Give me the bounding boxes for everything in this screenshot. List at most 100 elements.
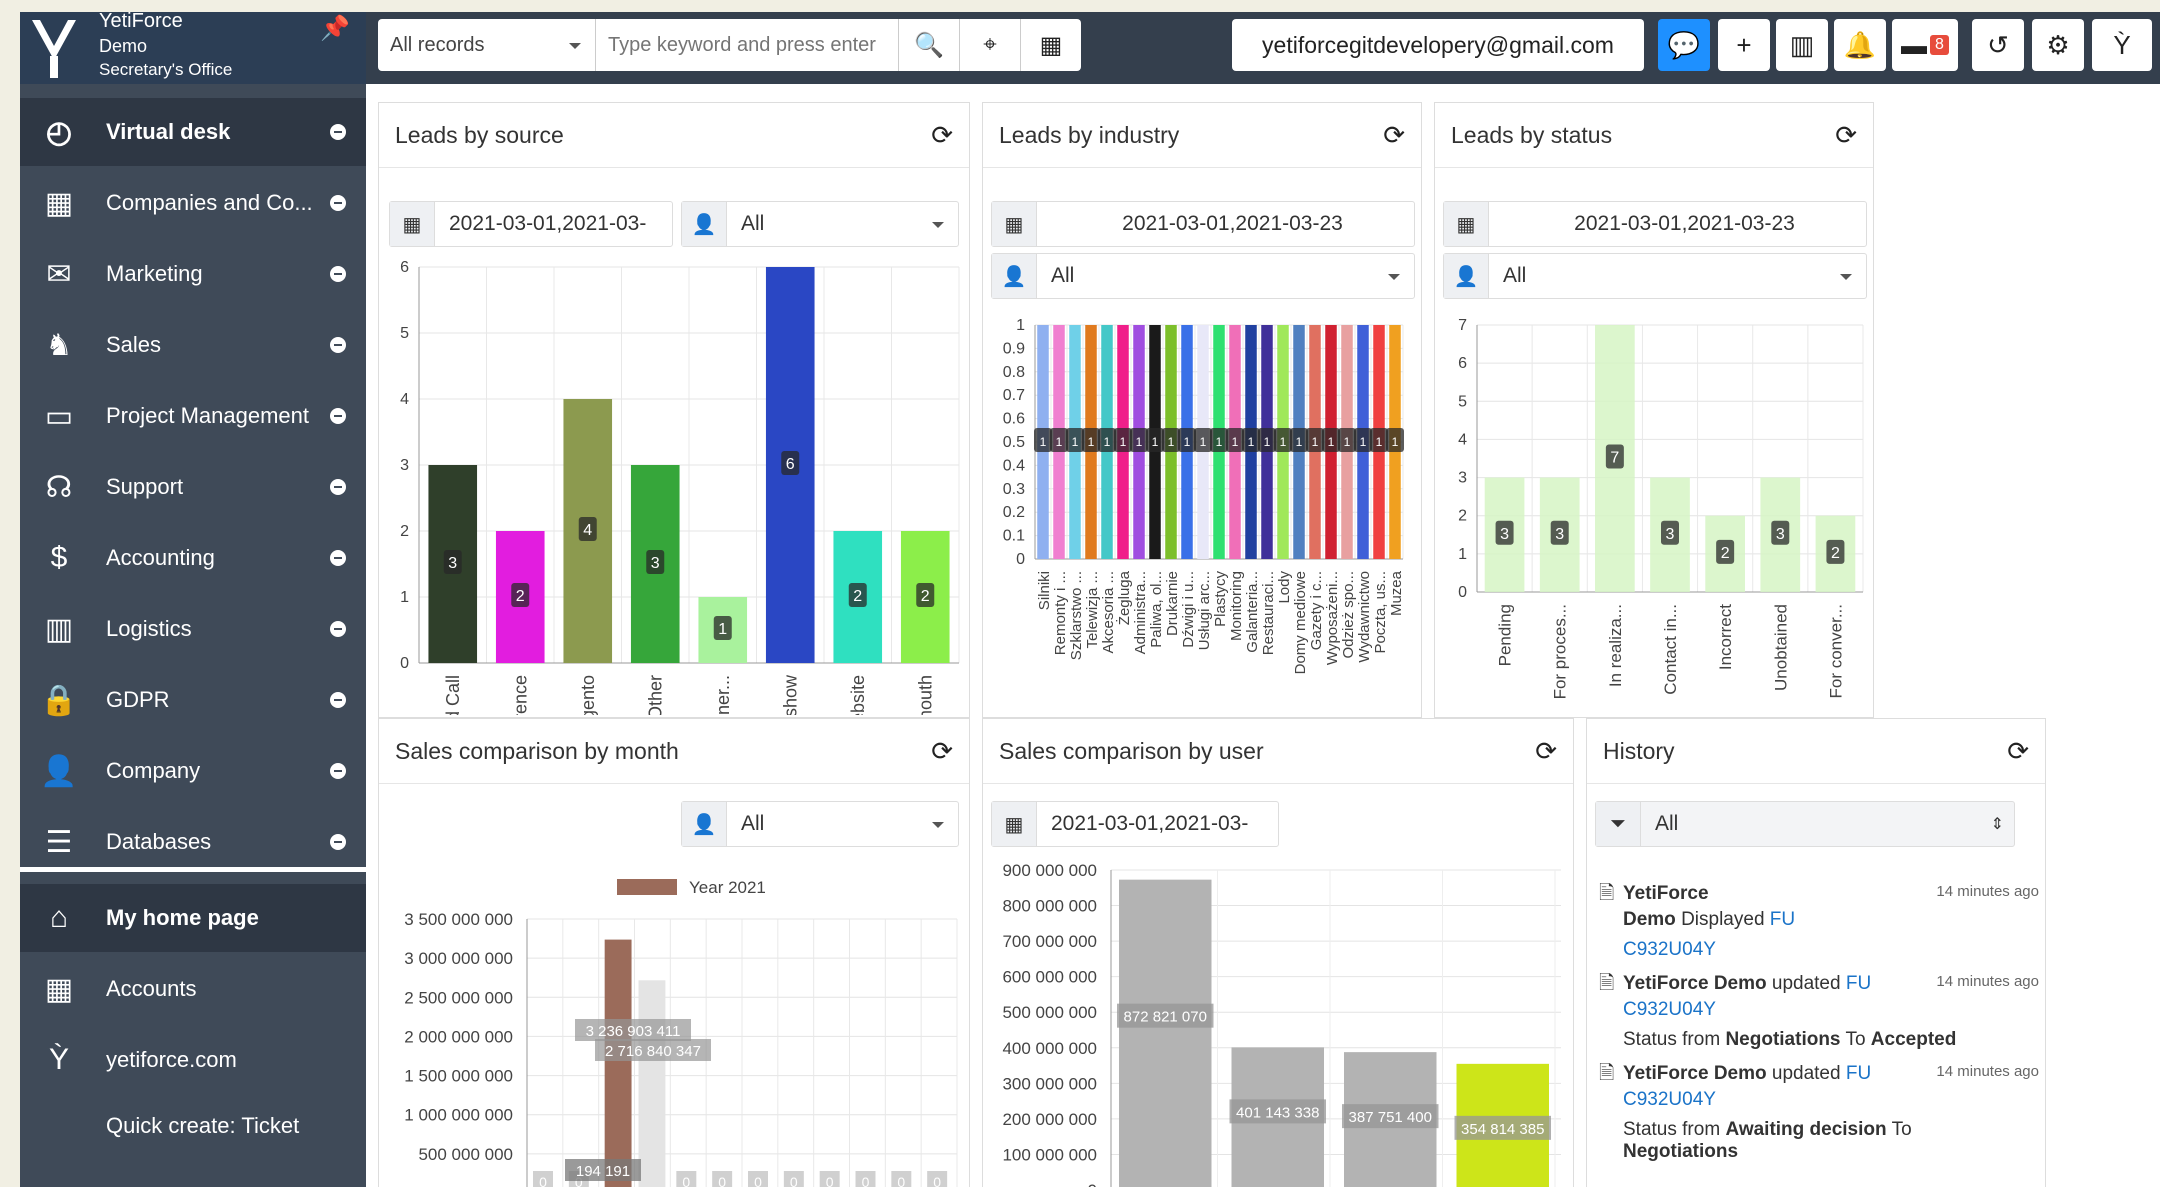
history-entry: 🗎 YetiForce xyxy=(1599,879,1709,911)
record-link[interactable]: FU xyxy=(1846,973,1871,994)
refresh-icon[interactable]: ⟳ xyxy=(931,120,953,151)
sidebar-item[interactable]: ☊ Support xyxy=(20,453,366,521)
y-tick-label: 0.1 xyxy=(1003,528,1025,545)
search-layout-button[interactable]: ▦ xyxy=(1020,19,1081,71)
date-range-filter[interactable]: ▦ 2021-03-01,2021-03-23 xyxy=(1443,201,1867,247)
data-label: 1 xyxy=(1072,435,1079,449)
briefcase-icon: ▭ xyxy=(44,399,74,433)
sidebar-bottom-item[interactable]: ⌂ My home page xyxy=(20,884,366,952)
data-label: 1 xyxy=(1296,435,1303,449)
sidebar-item[interactable]: ♞ Sales xyxy=(20,311,366,379)
calendar-icon: ▦ xyxy=(992,202,1037,246)
expand-icon xyxy=(330,550,346,566)
sidebar-item[interactable]: ◴ Virtual desk xyxy=(20,98,366,166)
data-label: 1 xyxy=(1392,435,1399,449)
chat-button[interactable]: 💬 xyxy=(1658,19,1710,71)
advanced-search-button[interactable]: ⌖ xyxy=(959,19,1020,71)
x-tick-label: Cold Call xyxy=(443,675,463,715)
record-link[interactable]: FU xyxy=(1846,1063,1871,1084)
data-label: 3 xyxy=(1500,526,1509,543)
owner-filter[interactable]: 👤 All xyxy=(681,201,959,247)
sidebar-item[interactable]: ▭ Project Management xyxy=(20,382,366,450)
owner-filter[interactable]: 👤 All xyxy=(681,801,959,847)
search-input[interactable] xyxy=(596,19,898,71)
y-tick-label: 5 xyxy=(400,325,409,342)
expand-icon xyxy=(330,266,346,282)
refresh-icon[interactable]: ⟳ xyxy=(1535,736,1557,767)
chart-leads-by-status: 0 1 2 3 4 5 6 7 3 Pending 3 For proces... 7 In realiz… xyxy=(1458,317,1864,699)
document-icon: 🗎 xyxy=(1599,883,1615,904)
search-module-select[interactable]: All records xyxy=(378,19,596,71)
calendar-icon: ▬ xyxy=(1901,29,1928,60)
sidebar-item[interactable]: $ Accounting xyxy=(20,524,366,592)
x-tick-label: Silniki xyxy=(1036,571,1053,610)
data-label: 1 xyxy=(1120,435,1127,449)
sidebar-bottom-item[interactable]: Ỳyetiforce.com xyxy=(20,1026,366,1094)
user-menu-button[interactable]: Ỳ xyxy=(2092,19,2152,71)
sidebar-item[interactable]: ✉ Marketing xyxy=(20,240,366,308)
data-label: 1 xyxy=(718,621,727,638)
history-time: 14 minutes ago xyxy=(1936,1063,2039,1080)
history-button[interactable]: ↺ xyxy=(1972,19,2024,71)
date-range-filter[interactable]: ▦ 2021-03-01,2021-03- xyxy=(991,801,1279,847)
sidebar-item-label: Sales xyxy=(106,332,162,357)
sidebar-bottom-item[interactable]: ▦ Accounts xyxy=(20,955,366,1023)
mail-account[interactable]: yetiforcegitdevelopery@gmail.com xyxy=(1232,19,1644,71)
data-label: 2 xyxy=(1721,545,1730,562)
user-icon: 👤 xyxy=(682,802,727,846)
x-tick-label: Pending xyxy=(1496,604,1515,666)
date-range-filter[interactable]: ▦ 2021-03-01,2021-03- xyxy=(389,201,673,247)
refresh-icon[interactable]: ⟳ xyxy=(2007,736,2029,767)
search-button[interactable]: 🔍 xyxy=(898,19,959,71)
pin-icon[interactable]: 📌 xyxy=(320,14,350,43)
data-label: 1 xyxy=(1184,435,1191,449)
widget-title: Sales comparison by month xyxy=(395,737,679,764)
expand-icon xyxy=(330,692,346,708)
data-label: 1 xyxy=(1280,435,1287,449)
expand-icon xyxy=(330,621,346,637)
sidebar-item[interactable]: ▥ Logistics xyxy=(20,595,366,663)
owner-filter[interactable]: 👤 All xyxy=(1443,253,1867,299)
y-tick-label: 0.3 xyxy=(1003,481,1025,498)
refresh-icon[interactable]: ⟳ xyxy=(1383,120,1405,151)
dashboard-icon: ◴ xyxy=(45,115,73,149)
sidebar-bottom-item[interactable]: Quick create: Ticket xyxy=(20,1092,366,1160)
legend-label: Year 2021 xyxy=(689,878,766,897)
sidebar-item[interactable]: ▦ Companies and Co... xyxy=(20,169,366,237)
yetiforce-logo-icon[interactable] xyxy=(28,16,80,82)
quick-create-button[interactable]: + xyxy=(1718,19,1770,71)
notifications-button[interactable]: 🔔 xyxy=(1834,19,1886,71)
x-tick-label: Wyposażeni... xyxy=(1324,571,1341,665)
record-ref-link[interactable]: C932U04Y xyxy=(1623,1089,1716,1111)
refresh-icon[interactable]: ⟳ xyxy=(931,736,953,767)
record-link[interactable]: FU xyxy=(1770,909,1795,930)
x-tick-label: Telewizja ... xyxy=(1084,571,1101,649)
data-label: 1 xyxy=(1152,435,1159,449)
building-icon: ▦ xyxy=(44,186,74,220)
y-tick-label: 3 500 000 000 xyxy=(404,910,513,929)
history-type-filter[interactable]: ⏷ All ⇕ xyxy=(1595,801,2015,847)
owner-filter[interactable]: 👤 All xyxy=(991,253,1415,299)
x-tick-label: Contact in... xyxy=(1661,604,1680,695)
date-range-filter[interactable]: ▦ 2021-03-01,2021-03-23 xyxy=(991,201,1415,247)
y-tick-label: 1 xyxy=(1458,546,1467,563)
expand-icon xyxy=(330,479,346,495)
record-ref-link[interactable]: C932U04Y xyxy=(1623,939,1716,961)
data-label: 0 xyxy=(790,1174,798,1187)
data-label: 1 xyxy=(1168,435,1175,449)
record-ref-link[interactable]: C932U04Y xyxy=(1623,999,1716,1021)
refresh-icon[interactable]: ⟳ xyxy=(1835,120,1857,151)
sidebar-item-label: Databases xyxy=(106,829,212,854)
data-label: 0 xyxy=(754,1174,762,1187)
sidebar-item[interactable]: 🔒 GDPR xyxy=(20,666,366,734)
chart-bar-previous xyxy=(638,980,666,1187)
bell-icon: 🔔 xyxy=(1843,29,1877,60)
widget-leads-by-industry: Leads by industry ⟳ ▦ 2021-03-01,2021-03-2… xyxy=(982,102,1422,718)
history-detail: Status from Negotiations To Accepted xyxy=(1623,1029,1957,1050)
sidebar-item[interactable]: ☰ Databases xyxy=(20,808,366,876)
brand-name: YetiForce xyxy=(99,12,183,32)
reminders-button[interactable]: ▬ 8 xyxy=(1892,19,1958,71)
bookmarks-button[interactable]: ▥ xyxy=(1776,19,1828,71)
settings-button[interactable]: ⚙ xyxy=(2032,19,2084,71)
sidebar-item[interactable]: 👤 Company xyxy=(20,737,366,805)
